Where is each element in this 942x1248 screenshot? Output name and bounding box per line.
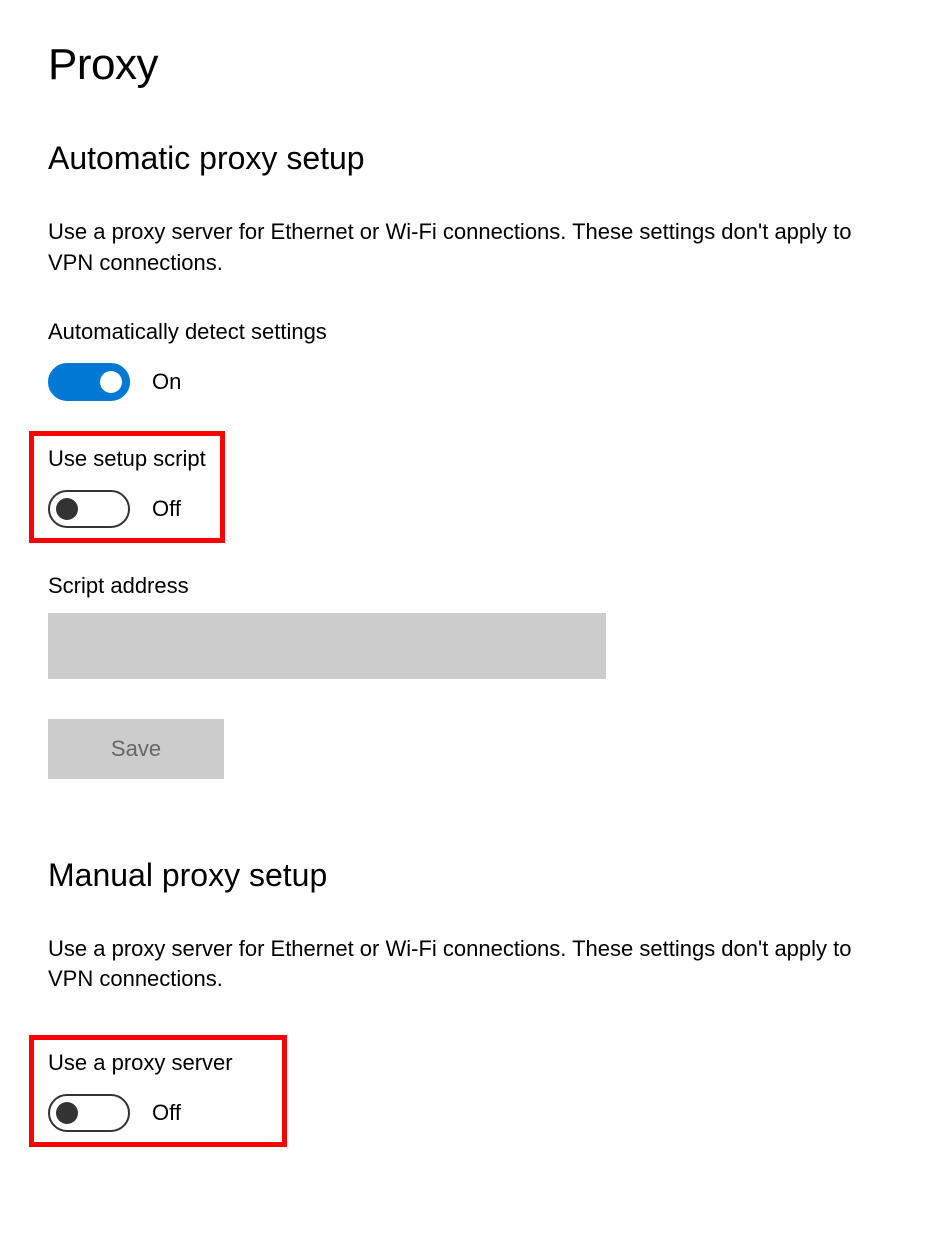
use-setup-script-highlight: Use setup script Off: [29, 431, 225, 543]
use-setup-script-toggle[interactable]: [48, 490, 130, 528]
automatic-proxy-description: Use a proxy server for Ethernet or Wi-Fi…: [48, 217, 868, 279]
use-proxy-server-state: Off: [152, 1100, 181, 1126]
manual-proxy-description: Use a proxy server for Ethernet or Wi-Fi…: [48, 934, 868, 996]
auto-detect-label: Automatically detect settings: [48, 319, 894, 345]
use-proxy-server-toggle[interactable]: [48, 1094, 130, 1132]
use-proxy-server-label: Use a proxy server: [48, 1050, 268, 1076]
use-setup-script-state: Off: [152, 496, 181, 522]
toggle-knob-icon: [56, 1102, 78, 1124]
auto-detect-toggle[interactable]: [48, 363, 130, 401]
manual-proxy-heading: Manual proxy setup: [48, 857, 894, 894]
automatic-proxy-heading: Automatic proxy setup: [48, 140, 894, 177]
script-address-label: Script address: [48, 573, 894, 599]
script-address-input[interactable]: [48, 613, 606, 679]
use-proxy-server-highlight: Use a proxy server Off: [29, 1035, 287, 1147]
save-button[interactable]: Save: [48, 719, 224, 779]
toggle-knob-icon: [56, 498, 78, 520]
page-title: Proxy: [48, 40, 894, 90]
auto-detect-state: On: [152, 369, 181, 395]
use-setup-script-label: Use setup script: [48, 446, 206, 472]
toggle-knob-icon: [100, 371, 122, 393]
